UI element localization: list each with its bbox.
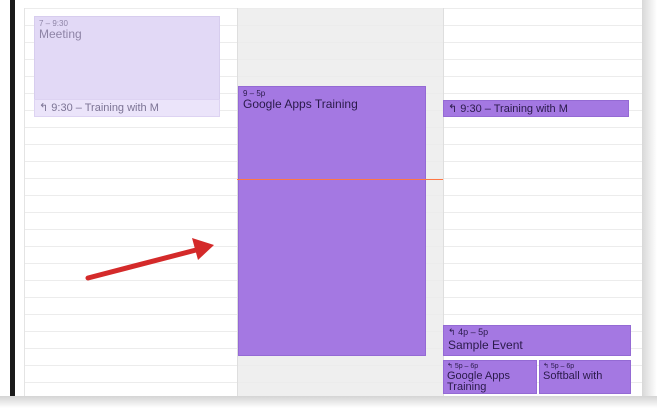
red-arrow-icon (85, 238, 214, 281)
calendar-screenshot: 7 – 9:30 Meeting ↰ 9:30 – Training with … (0, 0, 657, 408)
window-shadow (0, 396, 657, 408)
window-shadow (642, 0, 657, 408)
